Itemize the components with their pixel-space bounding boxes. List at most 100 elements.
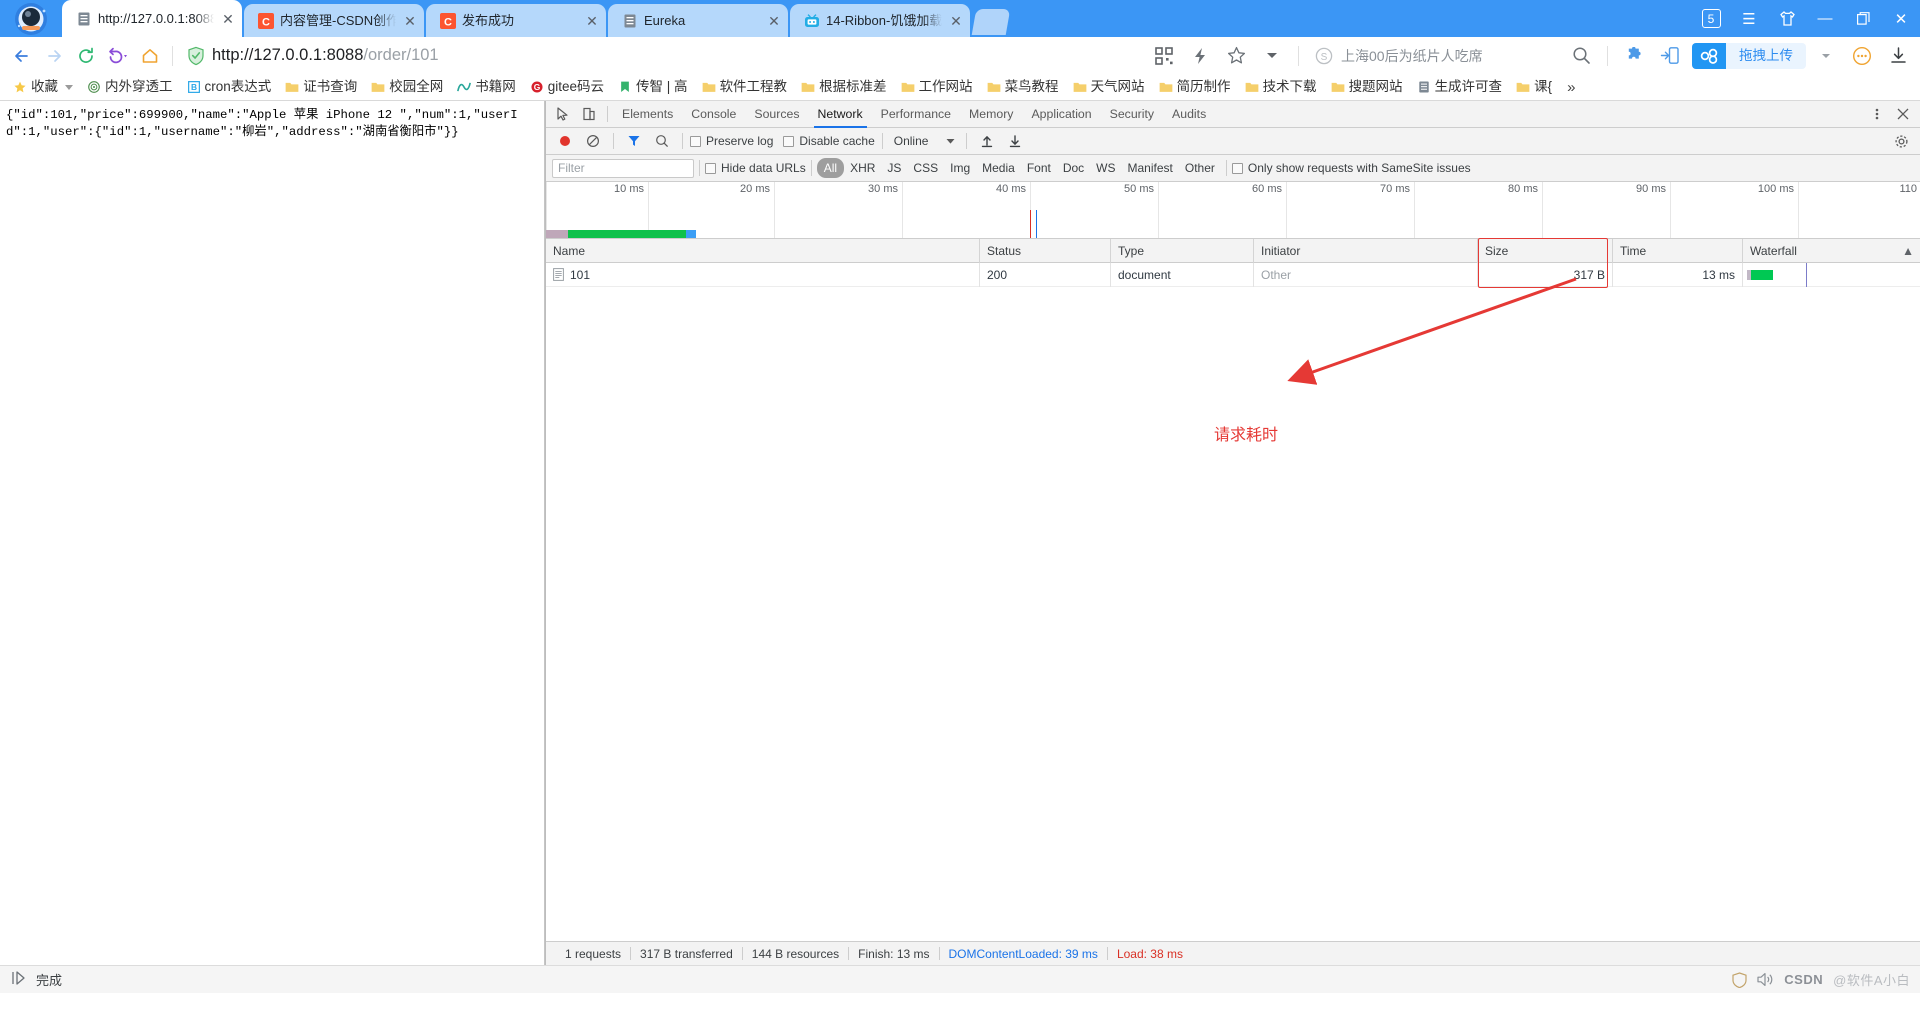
bookmark-item-5[interactable]: 书籍网	[450, 76, 523, 98]
minimize-button[interactable]: —	[1806, 0, 1844, 37]
bookmark-item-0[interactable]: 收藏	[6, 76, 80, 98]
tab-0[interactable]: http://127.0.0.1:8088/ ✕	[62, 0, 242, 37]
upload-dropdown-icon[interactable]	[1810, 41, 1842, 71]
gear-icon[interactable]	[1888, 129, 1914, 153]
devtools-tab-audits[interactable]: Audits	[1163, 101, 1215, 128]
play-pause-icon[interactable]	[10, 970, 26, 989]
bookmark-item-3[interactable]: 证书查询	[278, 76, 364, 98]
bookmark-item-9[interactable]: 根据标准差	[794, 76, 894, 98]
filter-type-css[interactable]: CSS	[907, 159, 944, 177]
checkbox-box[interactable]	[783, 135, 795, 147]
reload-icon[interactable]	[70, 41, 102, 71]
login-icon[interactable]	[1654, 41, 1686, 71]
filter-type-all[interactable]: All	[816, 158, 845, 178]
shield-icon[interactable]	[187, 46, 205, 66]
search-icon[interactable]	[649, 129, 675, 153]
tab-1[interactable]: C 内容管理-CSDN创作中心 ✕	[244, 4, 424, 37]
checkbox-box[interactable]	[1231, 162, 1243, 174]
disable-cache-checkbox[interactable]: Disable cache	[783, 134, 875, 148]
star-icon[interactable]	[1220, 41, 1252, 71]
shield-icon[interactable]	[1732, 971, 1747, 988]
tab-close-icon[interactable]: ✕	[402, 13, 418, 29]
download-icon[interactable]	[1882, 41, 1914, 71]
history-icon[interactable]	[102, 41, 134, 71]
restore-button[interactable]	[1844, 0, 1882, 37]
inspect-element-icon[interactable]	[550, 102, 576, 126]
tab-close-icon[interactable]: ✕	[220, 11, 236, 27]
devtools-tab-security[interactable]: Security	[1101, 101, 1163, 128]
browser-menu-icon[interactable]: ☰	[1730, 0, 1768, 37]
filter-type-img[interactable]: Img	[944, 159, 976, 177]
bookmark-item-17[interactable]: 课{	[1509, 76, 1559, 98]
filter-type-media[interactable]: Media	[976, 159, 1021, 177]
devtools-tab-application[interactable]: Application	[1022, 101, 1100, 128]
bookmark-item-6[interactable]: G gitee码云	[523, 76, 611, 98]
bookmark-item-10[interactable]: 工作网站	[894, 76, 980, 98]
close-button[interactable]: ✕	[1882, 0, 1920, 37]
devtools-tab-performance[interactable]: Performance	[872, 101, 960, 128]
new-tab-button[interactable]	[971, 9, 1011, 35]
column-header-type[interactable]: Type	[1111, 238, 1254, 263]
bookmark-item-15[interactable]: 搜题网站	[1324, 76, 1410, 98]
sound-icon[interactable]	[1757, 972, 1774, 987]
devtools-tab-sources[interactable]: Sources	[745, 101, 808, 128]
omnibox-dropdown-icon[interactable]	[1256, 41, 1288, 71]
search-box[interactable]: S 上海00后为纸片人吃席	[1309, 42, 1561, 70]
filter-icon[interactable]	[621, 129, 647, 153]
network-overview[interactable]: 10 ms 20 ms 30 ms 40 ms 50 ms 60 ms 70 m…	[546, 182, 1920, 239]
column-header-waterfall[interactable]: Waterfall ▲	[1743, 239, 1920, 263]
device-toolbar-icon[interactable]	[576, 102, 602, 126]
tab-3[interactable]: Eureka ✕	[608, 4, 788, 37]
clear-icon[interactable]	[580, 129, 606, 153]
samesite-checkbox[interactable]: Only show requests with SameSite issues	[1231, 161, 1471, 175]
devtools-tab-elements[interactable]: Elements	[613, 101, 682, 128]
bookmark-item-16[interactable]: 生成许可查	[1410, 76, 1510, 98]
column-header-time[interactable]: Time	[1613, 238, 1743, 263]
home-icon[interactable]	[134, 41, 166, 71]
filter-type-xhr[interactable]: XHR	[844, 159, 881, 177]
bookmark-item-12[interactable]: 天气网站	[1066, 76, 1152, 98]
column-header-size[interactable]: Size	[1478, 238, 1613, 263]
cell-name[interactable]: 101	[546, 262, 980, 287]
import-har-icon[interactable]	[974, 129, 1000, 153]
lightning-icon[interactable]	[1184, 41, 1216, 71]
filter-type-other[interactable]: Other	[1179, 159, 1221, 177]
browser-logo-icon[interactable]	[8, 2, 54, 36]
filter-type-doc[interactable]: Doc	[1057, 159, 1090, 177]
bookmark-item-2[interactable]: B cron表达式	[180, 76, 279, 98]
bookmark-item-4[interactable]: 校园全网	[364, 76, 450, 98]
record-icon[interactable]	[552, 129, 578, 153]
hide-data-urls-checkbox[interactable]: Hide data URLs	[705, 161, 806, 175]
throttling-select[interactable]: Online	[890, 134, 960, 148]
checkbox-box[interactable]	[690, 135, 701, 147]
bookmark-item-11[interactable]: 菜鸟教程	[980, 76, 1066, 98]
preserve-log-checkbox[interactable]: Preserve log	[690, 134, 773, 148]
close-icon[interactable]	[1890, 102, 1916, 126]
filter-type-manifest[interactable]: Manifest	[1122, 159, 1179, 177]
column-header-name[interactable]: Name	[546, 238, 980, 263]
bookmark-item-8[interactable]: 软件工程教	[695, 76, 795, 98]
kebab-icon[interactable]	[1864, 102, 1890, 126]
tab-2[interactable]: C 发布成功 ✕	[426, 4, 606, 37]
bookmark-item-14[interactable]: 技术下载	[1238, 76, 1324, 98]
more-icon[interactable]	[1846, 41, 1878, 71]
bookmark-item-1[interactable]: 内外穿透工	[80, 76, 180, 98]
bookmark-item-7[interactable]: 传智 | 高	[611, 76, 695, 98]
tab-close-icon[interactable]: ✕	[948, 13, 964, 29]
back-icon[interactable]	[6, 41, 38, 71]
bookmarks-overflow-button[interactable]: »	[1559, 79, 1583, 96]
filter-input[interactable]: Filter	[552, 158, 694, 178]
qr-code-icon[interactable]	[1148, 41, 1180, 71]
devtools-tab-memory[interactable]: Memory	[960, 101, 1022, 128]
search-icon[interactable]	[1565, 41, 1597, 71]
tab-close-icon[interactable]: ✕	[766, 13, 782, 29]
tab-count-badge[interactable]: 5	[1692, 0, 1730, 37]
tab-4[interactable]: 14-Ribbon-饥饿加载_哔 ✕	[790, 4, 970, 37]
devtools-tab-console[interactable]: Console	[682, 101, 745, 128]
puzzle-icon[interactable]	[1618, 41, 1650, 71]
table-row[interactable]: 101 200 document Other 317 B 13 ms	[546, 262, 1920, 287]
address-bar[interactable]: http://127.0.0.1:8088/order/101	[179, 42, 1148, 70]
upload-button[interactable]: 拖拽上传	[1692, 42, 1806, 69]
skin-icon[interactable]	[1768, 0, 1806, 37]
sort-ascending-icon[interactable]: ▲	[1902, 239, 1914, 263]
